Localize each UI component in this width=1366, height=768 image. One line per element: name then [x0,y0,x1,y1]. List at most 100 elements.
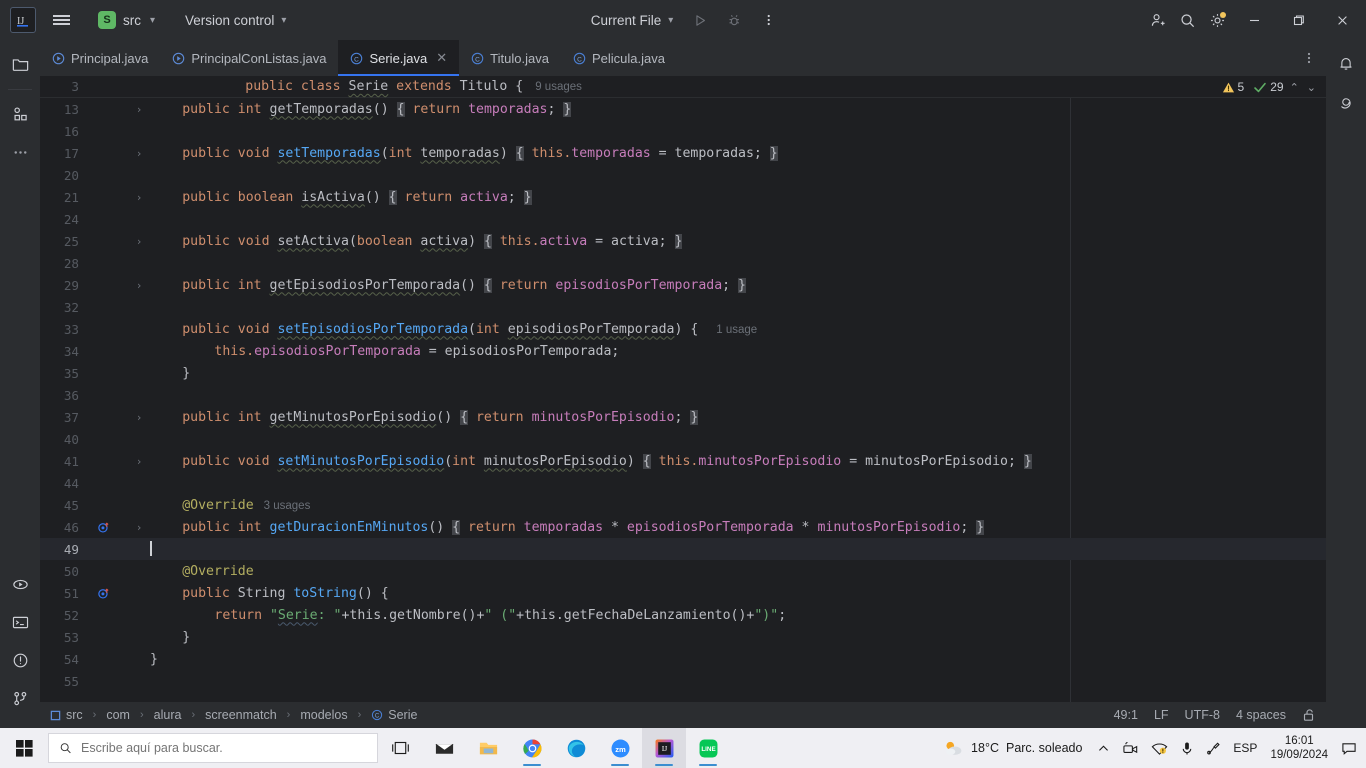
fold-chevron-icon[interactable]: › [132,521,146,534]
usages-hint[interactable]: 1 usage [716,324,757,336]
version-control-selector[interactable]: Version control ▾ [177,9,294,32]
code-line[interactable]: 46 › public int getDuracionEnMinutos() { r… [40,516,1326,538]
chevron-down-icon[interactable]: ⌄ [1305,81,1318,94]
code-line[interactable]: 20 [40,164,1326,186]
override-marker-icon[interactable] [88,587,118,600]
project-selector[interactable]: S src ▾ [90,7,163,33]
fold-chevron-icon[interactable]: › [132,235,146,248]
version-control-tool-icon[interactable] [4,682,36,714]
fold-chevron-icon[interactable]: › [132,411,146,424]
code-line[interactable]: 25 › public void setActiva(boolean activa)… [40,230,1326,252]
breadcrumb[interactable]: src › com › alura › screenmatch › modelos › C Serie [50,708,417,722]
code-line[interactable]: 21 › public boolean isActiva() { return ac… [40,186,1326,208]
zoom-icon[interactable]: zm [598,728,642,768]
fold-chevron-icon[interactable]: › [132,455,146,468]
code-line[interactable]: 28 [40,252,1326,274]
code-line[interactable]: 37 › public int getMinutosPorEpisodio() { … [40,406,1326,428]
terminal-tool-icon[interactable] [4,606,36,638]
add-user-icon[interactable] [1142,5,1172,35]
code-line[interactable]: 55 [40,670,1326,692]
inspection-widget[interactable]: 5 29 ⌃ ⌄ [1222,76,1318,98]
mail-app-icon[interactable] [422,728,466,768]
breadcrumb-item-alura[interactable]: alura [154,708,182,722]
code-line[interactable]: 45 @Override 3 usages [40,494,1326,516]
problems-tool-icon[interactable] [4,644,36,676]
code-line[interactable]: 34 this.episodiosPorTemporada = episodios… [40,340,1326,362]
code-line[interactable]: 17 › public void setTemporadas(int tempora… [40,142,1326,164]
run-configuration-selector[interactable]: Current File ▾ [583,9,682,32]
fold-chevron-icon[interactable]: › [132,103,146,116]
override-marker-icon[interactable] [88,521,118,534]
microphone-icon[interactable] [1175,728,1199,768]
more-tools-icon[interactable] [4,136,36,168]
camera-icon[interactable] [1117,728,1144,768]
warning-count-group[interactable]: 5 [1222,80,1244,94]
code-line[interactable]: 53} [40,626,1326,648]
breadcrumb-item-com[interactable]: com [106,708,130,722]
intellij-idea-icon[interactable]: IJ [642,728,686,768]
code-line[interactable]: 51 public String toString() { [40,582,1326,604]
file-explorer-icon[interactable] [466,728,510,768]
code-line[interactable]: 29 › public int getEpisodiosPorTemporada()… [40,274,1326,296]
usages-hint[interactable]: 3 usages [264,500,311,512]
code-line[interactable]: 36 [40,384,1326,406]
line-separator[interactable]: LF [1154,708,1169,722]
edge-icon[interactable] [554,728,598,768]
fold-chevron-icon[interactable]: › [132,147,146,160]
indent-setting[interactable]: 4 spaces [1236,708,1286,722]
language-indicator[interactable]: ESP [1228,728,1262,768]
close-icon[interactable] [1320,0,1364,40]
line-icon[interactable]: LINE [686,728,730,768]
task-view-icon[interactable] [378,728,422,768]
clock-widget[interactable]: 16:01 19/09/2024 [1264,734,1334,763]
chevron-up-icon[interactable]: ⌃ [1288,81,1301,94]
taskbar-search[interactable] [48,733,378,763]
project-tool-icon[interactable] [4,48,36,80]
ok-count-group[interactable]: 29 [1253,80,1284,94]
commit-tool-icon[interactable] [4,98,36,130]
code-line[interactable]: 32 [40,296,1326,318]
code-line[interactable]: 54} [40,648,1326,670]
code-line[interactable]: 40 [40,428,1326,450]
editor-tabs-more-icon[interactable] [1292,40,1326,76]
fold-chevron-icon[interactable]: › [132,191,146,204]
code-line[interactable]: 50 @Override [40,560,1326,582]
chevron-up-icon[interactable] [1092,728,1115,768]
run-tool-icon[interactable] [4,568,36,600]
caret-position[interactable]: 49:1 [1114,708,1138,722]
search-icon[interactable] [1172,5,1202,35]
pen-icon[interactable] [1201,728,1226,768]
debug-icon[interactable] [719,5,749,35]
file-encoding[interactable]: UTF-8 [1185,708,1220,722]
code-line[interactable]: 44 [40,472,1326,494]
minimize-icon[interactable] [1232,0,1276,40]
chrome-icon[interactable] [510,728,554,768]
hamburger-menu-icon[interactable] [44,3,78,37]
usages-hint[interactable]: 9 usages [535,81,582,93]
breadcrumb-item-src[interactable]: src [50,708,83,722]
code-editor[interactable]: 13 › public int getTemporadas() { return t… [40,98,1326,702]
breadcrumb-item-modelos[interactable]: modelos [300,708,347,722]
code-line[interactable]: 35} [40,362,1326,384]
breadcrumb-item-serie[interactable]: C Serie [371,708,417,722]
code-line[interactable]: 41 › public void setMinutosPorEpisodio(int… [40,450,1326,472]
search-input[interactable] [81,741,367,755]
notification-icon[interactable] [1336,728,1362,768]
code-line[interactable]: 24 [40,208,1326,230]
weather-widget[interactable]: 18°C Parc. soleado [936,738,1090,758]
maximize-icon[interactable] [1276,0,1320,40]
ai-assistant-icon[interactable] [1330,86,1362,118]
code-line[interactable]: 13 › public int getTemporadas() { return t… [40,98,1326,120]
more-vertical-icon[interactable] [753,5,783,35]
code-lines[interactable]: 13 › public int getTemporadas() { return t… [40,98,1326,692]
sticky-class-header[interactable]: 3 public class Serie extends Titulo { 9 … [40,76,1326,98]
fold-chevron-icon[interactable]: › [132,279,146,292]
run-icon[interactable] [685,5,715,35]
breadcrumb-item-screenmatch[interactable]: screenmatch [205,708,277,722]
code-line[interactable]: 33 public void setEpisodiosPorTemporada(i… [40,318,1326,340]
code-line[interactable]: 52 return "Serie: "+this.getNombre()+" ("… [40,604,1326,626]
network-warning-icon[interactable] [1146,728,1173,768]
code-line[interactable]: 49 [40,538,1326,560]
notifications-icon[interactable] [1330,48,1362,80]
gear-icon[interactable] [1202,5,1232,35]
